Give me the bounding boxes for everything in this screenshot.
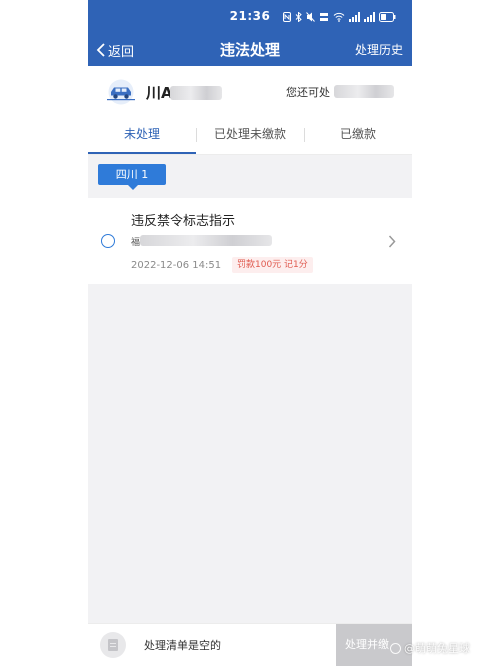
status-bar: 21:36 — [88, 0, 412, 34]
chevron-right-icon — [388, 235, 396, 248]
signal-icon-2 — [364, 12, 375, 22]
signal-icon — [349, 12, 360, 22]
plate-number: 川A — [146, 84, 173, 102]
history-button[interactable]: 处理历史 — [355, 41, 403, 58]
select-radio[interactable] — [101, 234, 115, 248]
battery-icon — [379, 12, 396, 22]
redacted-location — [140, 235, 272, 246]
nfc-icon — [283, 12, 291, 22]
app-header: 21:36 返回 违法处理 处理历史 — [88, 0, 412, 66]
empty-cart-text: 处理清单是空的 — [144, 639, 221, 652]
watermark-logo-icon — [390, 642, 401, 654]
watermark: @萌萌兔星球 — [390, 641, 470, 655]
region-chip: 四川 1 — [98, 164, 166, 190]
tab-unprocessed[interactable]: 未处理 — [88, 118, 196, 154]
penalty-badge: 罚款100元 记1分 — [232, 257, 313, 273]
vehicle-info-row[interactable]: 川A 您还可处 — [88, 66, 412, 118]
car-icon — [107, 79, 135, 105]
tab-paid[interactable]: 已缴款 — [304, 118, 412, 154]
status-icons — [283, 11, 396, 23]
redacted-plate — [170, 86, 222, 100]
list-icon — [100, 632, 126, 658]
nav-bar: 返回 违法处理 处理历史 — [88, 34, 412, 66]
violation-datetime: 2022-12-06 14:51 — [131, 260, 222, 271]
remaining-points-text: 您还可处 — [286, 86, 330, 99]
bottom-bar: 处理清单是空的 处理并缴 — [88, 623, 412, 666]
app-screen: 21:36 返回 违法处理 处理历史 川A 您还可处 未处理 已处理未缴款 已缴… — [88, 0, 412, 666]
tab-processed-unpaid[interactable]: 已处理未缴款 — [196, 118, 304, 154]
status-tabs: 未处理 已处理未缴款 已缴款 — [88, 118, 412, 155]
bluetooth-icon — [295, 12, 302, 22]
violation-title: 违反禁令标志指示 — [131, 214, 236, 229]
violation-list-item[interactable]: 违反禁令标志指示 福 2022-12-06 14:51 罚款100元 记1分 — [88, 198, 412, 284]
violation-location: 福 — [131, 238, 141, 248]
mute-icon — [306, 12, 315, 22]
active-tab-indicator — [88, 152, 196, 154]
network-speed-icon — [320, 13, 328, 21]
wifi-icon — [333, 12, 345, 22]
watermark-text: @萌萌兔星球 — [404, 642, 470, 655]
redacted-remaining — [334, 85, 394, 98]
